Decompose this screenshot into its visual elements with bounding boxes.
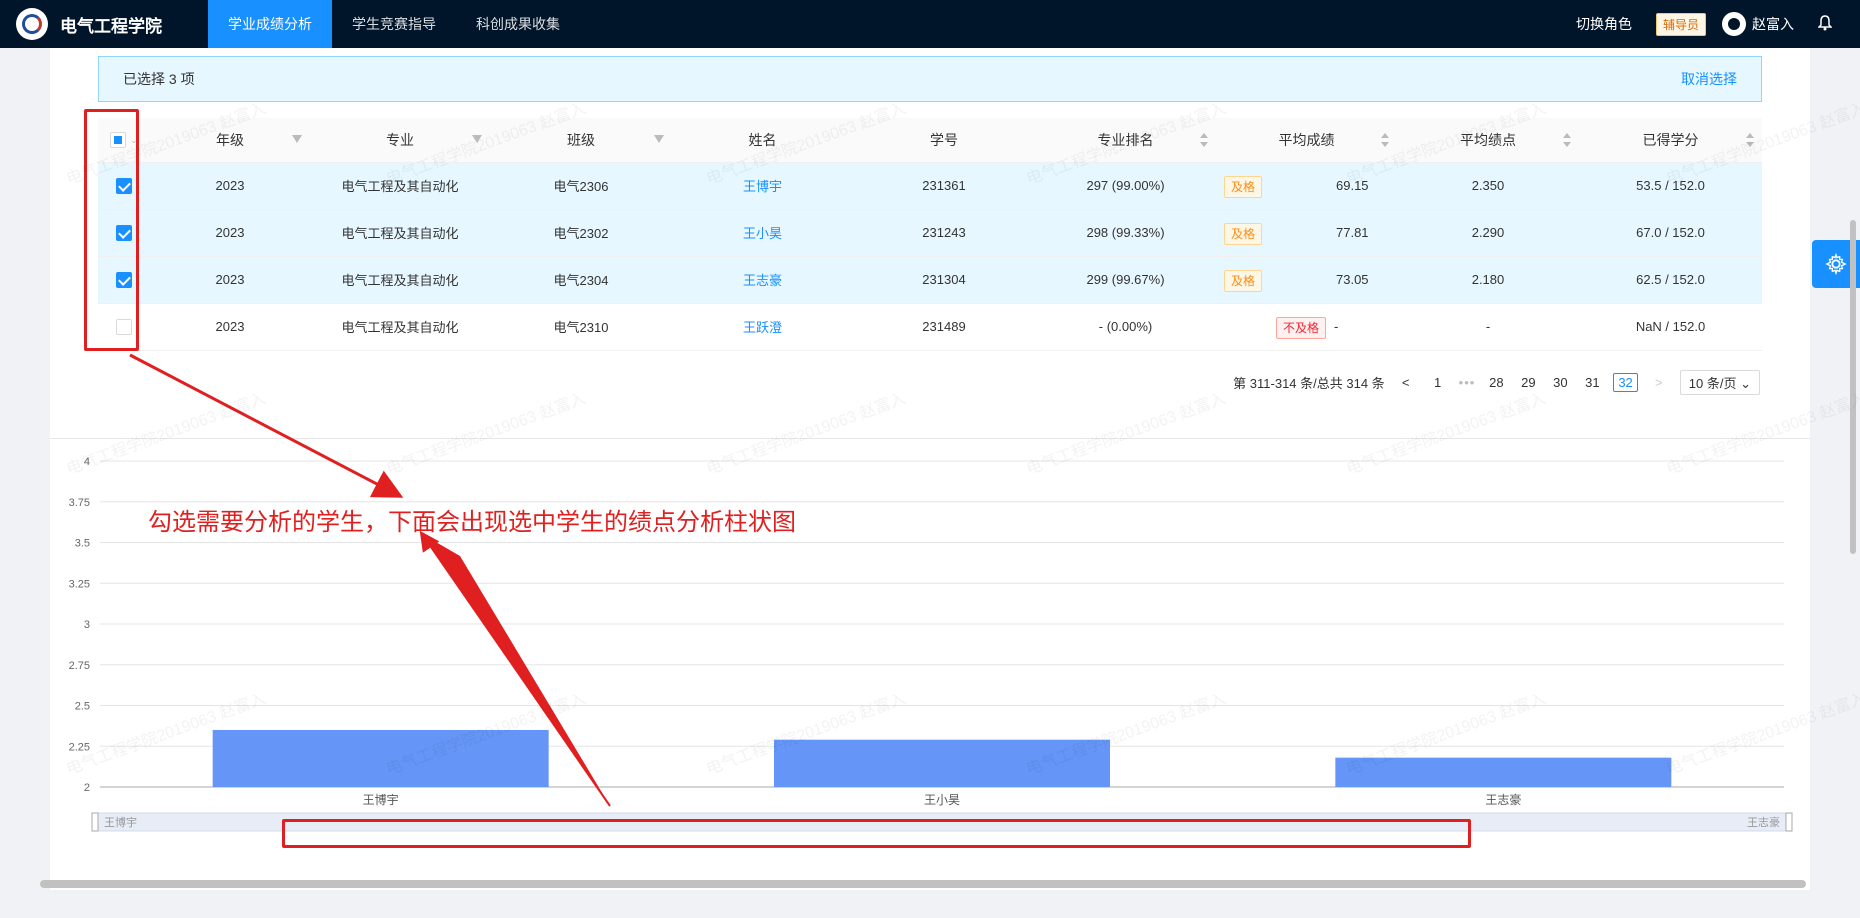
role-badge: 辅导员 xyxy=(1655,12,1706,36)
annotation-arrows xyxy=(129,353,611,807)
nav-innovation-collection[interactable]: 科创成果收集 xyxy=(456,0,580,48)
brand-title: 电气工程学院 xyxy=(60,16,162,36)
nav-academic-analysis[interactable]: 学业成绩分析 xyxy=(208,0,332,48)
top-navbar: 电气工程学院 学业成绩分析 学生竞赛指导 科创成果收集 切换角色 辅导员 赵富入 xyxy=(0,0,1860,48)
user-avatar-icon xyxy=(1722,12,1746,36)
college-logo-icon xyxy=(16,8,48,40)
user-menu[interactable]: 赵富入 xyxy=(1722,12,1794,36)
vertical-scrollbar[interactable] xyxy=(1850,220,1856,554)
nav-competition-guidance[interactable]: 学生竞赛指导 xyxy=(332,0,456,48)
annotation-text: 勾选需要分析的学生，下面会出现选中学生的绩点分析柱状图 xyxy=(148,508,796,536)
switch-role-link[interactable]: 切换角色 xyxy=(1576,14,1632,34)
brand[interactable]: 电气工程学院 xyxy=(0,8,208,40)
bell-icon[interactable] xyxy=(1817,14,1833,34)
user-name: 赵富入 xyxy=(1752,16,1794,32)
main-content: 已选择 3 项 取消选择 ⌄ 年级 专业 班级 姓名 学号 专业排名 平均成绩 … xyxy=(50,48,1810,890)
horizontal-scrollbar[interactable] xyxy=(40,880,1806,888)
